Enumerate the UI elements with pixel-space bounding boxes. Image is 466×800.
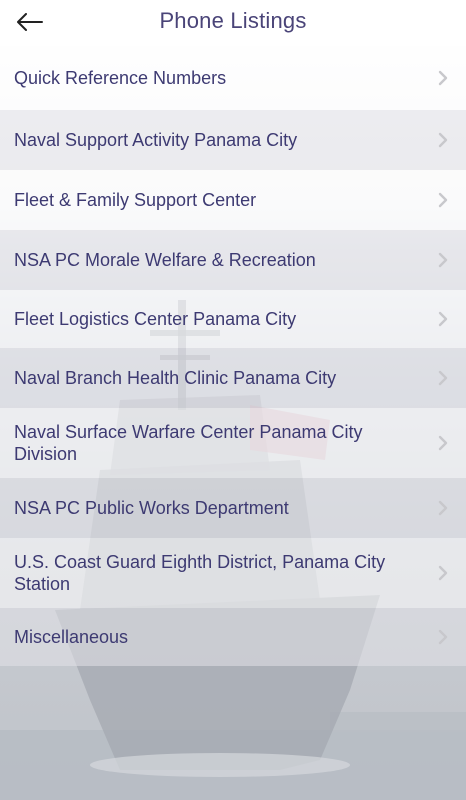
phone-listings-list: Quick Reference Numbers Naval Support Ac… (0, 46, 466, 666)
list-item-public-works[interactable]: NSA PC Public Works Department (0, 478, 466, 538)
list-item-label: Quick Reference Numbers (14, 68, 227, 88)
list-item-label: U.S. Coast Guard Eighth District, Panama… (14, 552, 386, 594)
chevron-right-icon (438, 132, 448, 148)
list-item-fleet-logistics[interactable]: Fleet Logistics Center Panama City (0, 290, 466, 348)
list-item-nsa-panama-city[interactable]: Naval Support Activity Panama City (0, 110, 466, 170)
chevron-right-icon (438, 370, 448, 386)
chevron-right-icon (438, 311, 448, 327)
chevron-right-icon (438, 252, 448, 268)
list-item-label: Miscellaneous (14, 627, 129, 647)
chevron-right-icon (438, 192, 448, 208)
list-item-nsa-pc-mwr[interactable]: NSA PC Morale Welfare & Recreation (0, 230, 466, 290)
chevron-right-icon (438, 435, 448, 451)
chevron-right-icon (438, 500, 448, 516)
list-item-health-clinic[interactable]: Naval Branch Health Clinic Panama City (0, 348, 466, 408)
list-item-label: Naval Branch Health Clinic Panama City (14, 368, 337, 388)
list-item-label: Fleet Logistics Center Panama City (14, 309, 297, 329)
page-title: Phone Listings (159, 8, 307, 33)
list-item-surface-warfare[interactable]: Naval Surface Warfare Center Panama City… (0, 408, 466, 478)
list-item-miscellaneous[interactable]: Miscellaneous (0, 608, 466, 666)
list-item-coast-guard[interactable]: U.S. Coast Guard Eighth District, Panama… (0, 538, 466, 608)
list-item-fleet-family-support[interactable]: Fleet & Family Support Center (0, 170, 466, 230)
content: Phone Listings Quick Reference Numbers N… (0, 0, 466, 666)
list-item-label: Fleet & Family Support Center (14, 190, 257, 210)
list-item-label: NSA PC Public Works Department (14, 498, 289, 518)
list-item-label: NSA PC Morale Welfare & Recreation (14, 250, 316, 270)
list-item-label: Naval Support Activity Panama City (14, 130, 298, 150)
chevron-right-icon (438, 565, 448, 581)
list-item-label: Naval Surface Warfare Center Panama City… (14, 422, 363, 464)
chevron-right-icon (438, 629, 448, 645)
chevron-right-icon (438, 70, 448, 86)
list-item-quick-reference[interactable]: Quick Reference Numbers (0, 46, 466, 110)
phone-listings-screen: Phone Listings Quick Reference Numbers N… (0, 0, 466, 800)
header-bar: Phone Listings (0, 0, 466, 46)
